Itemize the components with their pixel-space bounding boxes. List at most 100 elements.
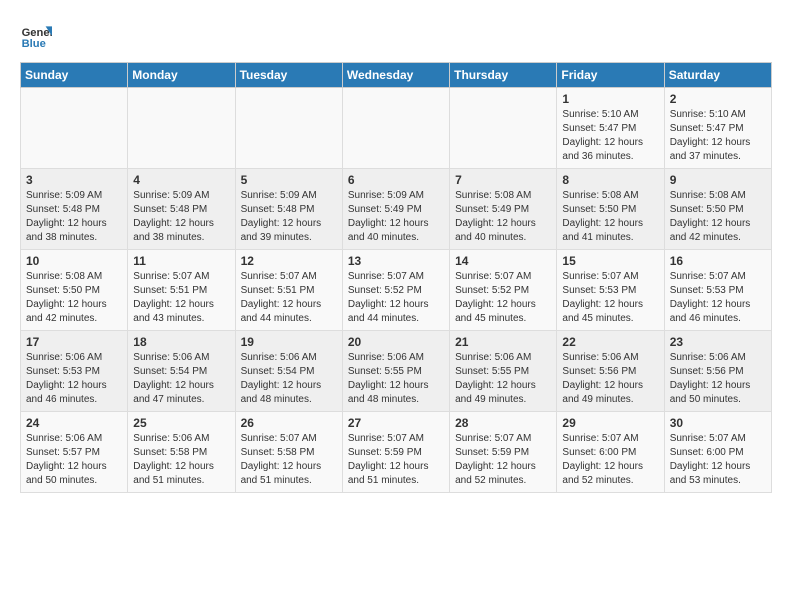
day-detail: Sunrise: 5:07 AM Sunset: 5:53 PM Dayligh…	[670, 270, 766, 326]
header-saturday: Saturday	[664, 63, 771, 88]
calendar-day-cell: 2 Sunrise: 5:10 AM Sunset: 5:47 PM Daylig…	[664, 88, 771, 169]
day-number: 15	[562, 254, 658, 268]
calendar-day-cell: 1Sunrise: 5:10 AM Sunset: 5:47 PM Daylig…	[557, 88, 664, 169]
day-detail: Sunrise: 5:06 AM Sunset: 5:56 PM Dayligh…	[670, 351, 766, 407]
logo-icon: General Blue	[20, 20, 52, 52]
page-header: General Blue	[20, 20, 772, 52]
day-number: 1	[562, 92, 658, 106]
header-sunday: Sunday	[21, 63, 128, 88]
day-detail: Sunrise: 5:07 AM Sunset: 6:00 PM Dayligh…	[562, 432, 658, 488]
day-number: 11	[133, 254, 229, 268]
calendar-day-cell: 29 Sunrise: 5:07 AM Sunset: 6:00 PM Dayli…	[557, 412, 664, 493]
day-number: 9	[670, 173, 766, 187]
header-row: SundayMondayTuesdayWednesdayThursdayFrid…	[21, 63, 772, 88]
calendar-day-cell: 21Sunrise: 5:06 AM Sunset: 5:55 PM Dayli…	[450, 331, 557, 412]
svg-text:Blue: Blue	[22, 38, 46, 50]
calendar-week-row: 17 Sunrise: 5:06 AM Sunset: 5:53 PM Dayli…	[21, 331, 772, 412]
calendar-day-cell: 24 Sunrise: 5:06 AM Sunset: 5:57 PM Dayli…	[21, 412, 128, 493]
day-number: 19	[241, 335, 337, 349]
day-number: 8	[562, 173, 658, 187]
day-detail: Sunrise: 5:08 AM Sunset: 5:50 PM Dayligh…	[670, 189, 766, 245]
day-number: 29	[562, 416, 658, 430]
day-number: 17	[26, 335, 122, 349]
day-number: 12	[241, 254, 337, 268]
calendar-day-cell	[21, 88, 128, 169]
day-detail: Sunrise: 5:06 AM Sunset: 5:58 PM Dayligh…	[133, 432, 229, 488]
calendar-day-cell: 3Sunrise: 5:09 AM Sunset: 5:48 PM Daylig…	[21, 169, 128, 250]
day-detail: Sunrise: 5:09 AM Sunset: 5:48 PM Dayligh…	[241, 189, 337, 245]
calendar-day-cell: 5 Sunrise: 5:09 AM Sunset: 5:48 PM Daylig…	[235, 169, 342, 250]
calendar-week-row: 10 Sunrise: 5:08 AM Sunset: 5:50 PM Dayli…	[21, 250, 772, 331]
calendar-day-cell: 14Sunrise: 5:07 AM Sunset: 5:52 PM Dayli…	[450, 250, 557, 331]
day-detail: Sunrise: 5:06 AM Sunset: 5:53 PM Dayligh…	[26, 351, 122, 407]
day-number: 6	[348, 173, 444, 187]
calendar-week-row: 24 Sunrise: 5:06 AM Sunset: 5:57 PM Dayli…	[21, 412, 772, 493]
day-detail: Sunrise: 5:08 AM Sunset: 5:50 PM Dayligh…	[26, 270, 122, 326]
calendar-day-cell: 20 Sunrise: 5:06 AM Sunset: 5:55 PM Dayli…	[342, 331, 449, 412]
day-detail: Sunrise: 5:08 AM Sunset: 5:50 PM Dayligh…	[562, 189, 658, 245]
header-friday: Friday	[557, 63, 664, 88]
calendar-week-row: 3Sunrise: 5:09 AM Sunset: 5:48 PM Daylig…	[21, 169, 772, 250]
calendar-day-cell: 30Sunrise: 5:07 AM Sunset: 6:00 PM Dayli…	[664, 412, 771, 493]
calendar-week-row: 1 Sunrise: 5:10 AM Sunset: 5:47 PM Daylig…	[21, 88, 772, 169]
header-tuesday: Tuesday	[235, 63, 342, 88]
day-detail: Sunrise: 5:07 AM Sunset: 5:51 PM Dayligh…	[241, 270, 337, 326]
calendar-day-cell	[235, 88, 342, 169]
day-number: 10	[26, 254, 122, 268]
calendar-day-cell: 17 Sunrise: 5:06 AM Sunset: 5:53 PM Dayli…	[21, 331, 128, 412]
day-detail: Sunrise: 5:07 AM Sunset: 5:59 PM Dayligh…	[348, 432, 444, 488]
day-detail: Sunrise: 5:06 AM Sunset: 5:56 PM Dayligh…	[562, 351, 658, 407]
calendar-day-cell: 13 Sunrise: 5:07 AM Sunset: 5:52 PM Dayli…	[342, 250, 449, 331]
day-number: 20	[348, 335, 444, 349]
day-number: 14	[455, 254, 551, 268]
calendar-day-cell: 28 Sunrise: 5:07 AM Sunset: 5:59 PM Dayli…	[450, 412, 557, 493]
calendar-day-cell: 23 Sunrise: 5:06 AM Sunset: 5:56 PM Dayli…	[664, 331, 771, 412]
calendar-day-cell: 22 Sunrise: 5:06 AM Sunset: 5:56 PM Dayli…	[557, 331, 664, 412]
day-detail: Sunrise: 5:06 AM Sunset: 5:54 PM Dayligh…	[241, 351, 337, 407]
header-wednesday: Wednesday	[342, 63, 449, 88]
header-monday: Monday	[128, 63, 235, 88]
day-number: 27	[348, 416, 444, 430]
day-detail: Sunrise: 5:10 AM Sunset: 5:47 PM Dayligh…	[670, 108, 766, 164]
day-number: 22	[562, 335, 658, 349]
calendar-day-cell	[342, 88, 449, 169]
day-detail: Sunrise: 5:09 AM Sunset: 5:48 PM Dayligh…	[133, 189, 229, 245]
calendar-day-cell: 25Sunrise: 5:06 AM Sunset: 5:58 PM Dayli…	[128, 412, 235, 493]
day-detail: Sunrise: 5:09 AM Sunset: 5:49 PM Dayligh…	[348, 189, 444, 245]
day-detail: Sunrise: 5:07 AM Sunset: 6:00 PM Dayligh…	[670, 432, 766, 488]
day-number: 23	[670, 335, 766, 349]
day-detail: Sunrise: 5:07 AM Sunset: 5:53 PM Dayligh…	[562, 270, 658, 326]
calendar-day-cell: 26 Sunrise: 5:07 AM Sunset: 5:58 PM Dayli…	[235, 412, 342, 493]
calendar-day-cell: 12 Sunrise: 5:07 AM Sunset: 5:51 PM Dayli…	[235, 250, 342, 331]
calendar-day-cell: 8 Sunrise: 5:08 AM Sunset: 5:50 PM Daylig…	[557, 169, 664, 250]
day-detail: Sunrise: 5:07 AM Sunset: 5:52 PM Dayligh…	[348, 270, 444, 326]
day-detail: Sunrise: 5:06 AM Sunset: 5:55 PM Dayligh…	[348, 351, 444, 407]
calendar-day-cell: 27 Sunrise: 5:07 AM Sunset: 5:59 PM Dayli…	[342, 412, 449, 493]
calendar-day-cell: 6 Sunrise: 5:09 AM Sunset: 5:49 PM Daylig…	[342, 169, 449, 250]
calendar-day-cell: 19 Sunrise: 5:06 AM Sunset: 5:54 PM Dayli…	[235, 331, 342, 412]
day-detail: Sunrise: 5:07 AM Sunset: 5:58 PM Dayligh…	[241, 432, 337, 488]
day-detail: Sunrise: 5:06 AM Sunset: 5:57 PM Dayligh…	[26, 432, 122, 488]
logo: General Blue	[20, 20, 56, 52]
day-detail: Sunrise: 5:09 AM Sunset: 5:48 PM Dayligh…	[26, 189, 122, 245]
day-number: 2	[670, 92, 766, 106]
day-number: 28	[455, 416, 551, 430]
day-detail: Sunrise: 5:06 AM Sunset: 5:54 PM Dayligh…	[133, 351, 229, 407]
calendar-day-cell: 10 Sunrise: 5:08 AM Sunset: 5:50 PM Dayli…	[21, 250, 128, 331]
calendar-day-cell: 11Sunrise: 5:07 AM Sunset: 5:51 PM Dayli…	[128, 250, 235, 331]
day-number: 16	[670, 254, 766, 268]
calendar-day-cell: 9 Sunrise: 5:08 AM Sunset: 5:50 PM Daylig…	[664, 169, 771, 250]
day-number: 4	[133, 173, 229, 187]
day-number: 26	[241, 416, 337, 430]
calendar-day-cell: 16 Sunrise: 5:07 AM Sunset: 5:53 PM Dayli…	[664, 250, 771, 331]
day-number: 7	[455, 173, 551, 187]
calendar-day-cell: 18Sunrise: 5:06 AM Sunset: 5:54 PM Dayli…	[128, 331, 235, 412]
day-detail: Sunrise: 5:07 AM Sunset: 5:59 PM Dayligh…	[455, 432, 551, 488]
day-detail: Sunrise: 5:08 AM Sunset: 5:49 PM Dayligh…	[455, 189, 551, 245]
calendar-day-cell: 15 Sunrise: 5:07 AM Sunset: 5:53 PM Dayli…	[557, 250, 664, 331]
day-detail: Sunrise: 5:06 AM Sunset: 5:55 PM Dayligh…	[455, 351, 551, 407]
day-number: 5	[241, 173, 337, 187]
day-number: 13	[348, 254, 444, 268]
header-thursday: Thursday	[450, 63, 557, 88]
day-number: 24	[26, 416, 122, 430]
